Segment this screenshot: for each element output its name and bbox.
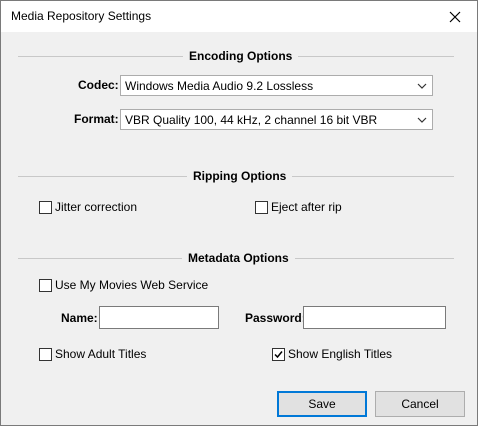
jitter-correction-checkbox[interactable]: Jitter correction [39, 200, 137, 214]
title-bar: Media Repository Settings [1, 1, 477, 32]
show-adult-titles-label: Show Adult Titles [55, 347, 147, 361]
settings-dialog: Media Repository Settings Encoding Optio… [0, 0, 478, 426]
codec-label: Codec: [78, 78, 119, 92]
format-value: VBR Quality 100, 44 kHz, 2 channel 16 bi… [125, 113, 378, 127]
cancel-button-label: Cancel [401, 397, 439, 411]
jitter-correction-label: Jitter correction [55, 200, 138, 214]
show-english-titles-label: Show English Titles [288, 347, 393, 361]
codec-select[interactable]: Windows Media Audio 9.2 Lossless [120, 75, 433, 96]
ripping-heading: Ripping Options [187, 169, 293, 183]
checkbox-box [39, 347, 52, 361]
close-button[interactable] [433, 1, 477, 32]
chevron-down-icon [417, 117, 427, 123]
format-label: Format: [74, 112, 119, 126]
name-field[interactable] [99, 306, 219, 329]
use-my-movies-label: Use My Movies Web Service [55, 278, 209, 292]
password-label: Password: [245, 311, 306, 325]
password-field[interactable] [303, 306, 446, 329]
name-label: Name: [61, 311, 98, 325]
format-select[interactable]: VBR Quality 100, 44 kHz, 2 channel 16 bi… [120, 109, 433, 130]
eject-after-rip-label: Eject after rip [271, 200, 342, 214]
save-button[interactable]: Save [277, 391, 367, 417]
use-my-movies-checkbox[interactable]: Use My Movies Web Service [39, 278, 208, 292]
close-icon [449, 11, 461, 22]
checkbox-box [39, 200, 52, 214]
checkbox-box [39, 278, 52, 292]
eject-after-rip-checkbox[interactable]: Eject after rip [255, 200, 342, 214]
show-english-titles-checkbox[interactable]: Show English Titles [272, 347, 392, 361]
cancel-button[interactable]: Cancel [375, 391, 465, 417]
checkbox-box [272, 347, 285, 361]
metadata-heading: Metadata Options [182, 251, 295, 265]
encoding-heading: Encoding Options [183, 49, 299, 63]
checkbox-box [255, 200, 268, 214]
chevron-down-icon [417, 83, 427, 89]
show-adult-titles-checkbox[interactable]: Show Adult Titles [39, 347, 146, 361]
codec-value: Windows Media Audio 9.2 Lossless [125, 79, 314, 93]
checkmark-icon [274, 350, 283, 358]
window-title: Media Repository Settings [11, 9, 152, 23]
save-button-label: Save [308, 397, 336, 411]
